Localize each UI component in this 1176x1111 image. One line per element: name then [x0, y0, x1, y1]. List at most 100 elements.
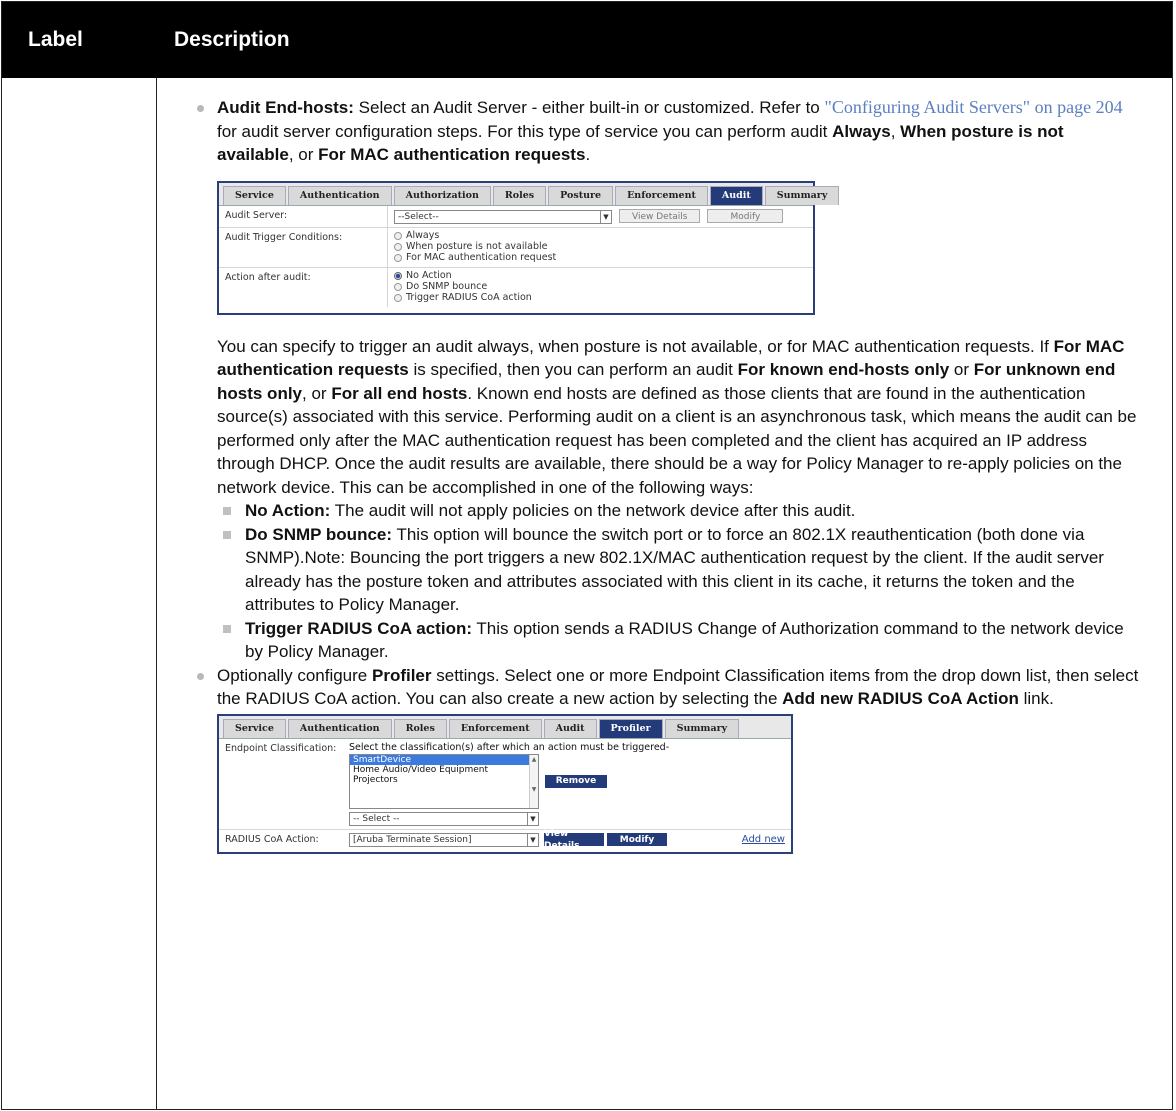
action-radio-label: Trigger RADIUS CoA action — [406, 292, 532, 303]
para-bold: For known end-hosts only — [737, 360, 950, 379]
description-cell: Audit End-hosts: Select an Audit Server … — [157, 78, 1172, 1109]
audit-server-row: Audit Server: --Select-- ▼ View Details M… — [219, 205, 813, 228]
audit-action-label: Action after audit: — [225, 271, 311, 283]
audit-text: for audit server configuration steps. Fo… — [217, 121, 833, 141]
table-body: Audit End-hosts: Select an Audit Server … — [2, 78, 1172, 1109]
trigger-radio[interactable]: For MAC authentication request — [394, 252, 807, 264]
sub-item-snmp-bounce: Do SNMP bounce: This option will bounce … — [217, 523, 1144, 617]
profiler-tab-authentication[interactable]: Authentication — [287, 718, 392, 738]
sub-item-text: The audit will not apply policies on the… — [330, 501, 856, 520]
audit-tab-authentication[interactable]: Authentication — [287, 185, 392, 205]
radio-button-icon[interactable] — [394, 272, 402, 280]
sub-item-title: No Action: — [245, 501, 331, 520]
view-details-button[interactable]: View Details — [544, 829, 604, 851]
classification-listbox[interactable]: SmartDevice Home Audio/Video Equipment Pro… — [349, 753, 539, 809]
profiler-bold: Add new RADIUS CoA Action — [782, 689, 1019, 708]
sub-item-radius-coa: Trigger RADIUS CoA action: This option s… — [217, 617, 1144, 664]
scrollbar[interactable]: ▲ ▼ — [529, 754, 538, 808]
chevron-down-icon: ▼ — [527, 833, 538, 846]
endpoint-classification-row: Endpoint Classification: Select the clas… — [219, 739, 791, 830]
para-text: is specified, then you can perform an au… — [408, 360, 738, 379]
classification-select[interactable]: -- Select -- ▼ — [349, 811, 539, 826]
profiler-tab-enforcement[interactable]: Enforcement — [448, 718, 542, 738]
audit-tab-bar: Service Authentication Authorization Roles P… — [219, 182, 840, 206]
classification-item[interactable]: Home Audio/Video Equipment — [350, 765, 538, 775]
action-radio[interactable]: No Action — [394, 270, 807, 282]
trigger-radio[interactable]: Always — [394, 230, 807, 242]
audit-tab-authorization[interactable]: Authorization — [393, 185, 491, 205]
radius-coa-row: RADIUS CoA Action: [Aruba Terminate Sess… — [219, 829, 791, 852]
action-radio[interactable]: Trigger RADIUS CoA action — [394, 292, 807, 304]
radio-button-icon[interactable] — [394, 232, 402, 240]
sep: , or — [288, 145, 319, 164]
header-label: Label — [28, 28, 83, 51]
audit-server-select[interactable]: --Select-- ▼ — [394, 209, 612, 224]
profiler-bold: Profiler — [371, 665, 432, 685]
document-table: Label Description Audit End-hosts: Selec… — [1, 1, 1173, 1110]
remove-button[interactable]: Remove — [545, 774, 607, 788]
profiler-tab-audit[interactable]: Audit — [543, 718, 597, 738]
view-details-button[interactable]: View Details — [619, 208, 701, 223]
para-text: or — [949, 360, 974, 379]
radio-button-icon[interactable] — [394, 283, 402, 291]
para-bold: For all end hosts — [331, 383, 468, 403]
audit-text: Select an Audit Server - either built-in… — [353, 98, 825, 117]
audit-title: Audit End-hosts: — [217, 98, 354, 117]
audit-tab-service[interactable]: Service — [223, 185, 286, 205]
add-new-link[interactable]: Add new — [742, 834, 785, 846]
profiler-tab-screenshot: Service Authentication Roles Enforcement Aud… — [217, 713, 793, 854]
classification-item[interactable]: SmartDevice — [350, 754, 538, 765]
radio-button-icon[interactable] — [394, 243, 402, 251]
radius-coa-value: [Aruba Terminate Session] ▼ View Details … — [343, 829, 791, 851]
select-text: -- Select -- — [353, 813, 400, 824]
para-text: You can specify to trigger an audit alwa… — [217, 336, 1054, 356]
profiler-tab-roles[interactable]: Roles — [393, 718, 447, 738]
chevron-down-icon: ▼ — [600, 210, 611, 223]
profiler-text: Optionally configure — [217, 665, 372, 685]
modify-button[interactable]: Modify — [607, 833, 667, 846]
audit-opt-always: Always — [832, 121, 891, 141]
audit-tab-enforcement[interactable]: Enforcement — [615, 185, 708, 205]
radio-button-icon[interactable] — [394, 254, 402, 262]
header-description: Description — [174, 28, 290, 51]
sub-item-title: Trigger RADIUS CoA action: — [245, 618, 472, 638]
radius-coa-select[interactable]: [Aruba Terminate Session] ▼ — [349, 832, 539, 847]
profiler-text: link. — [1018, 689, 1054, 708]
classification-hint: Select the classification(s) after which… — [349, 741, 670, 753]
sep: , — [890, 121, 901, 141]
radius-coa-label: RADIUS CoA Action: — [225, 833, 319, 845]
chevron-down-icon: ▼ — [527, 812, 538, 825]
table-header: Label Description — [2, 2, 1172, 78]
audit-tab-audit[interactable]: Audit — [709, 185, 763, 205]
audit-paragraph: You can specify to trigger an audit alwa… — [187, 335, 1144, 500]
profiler-tab-service[interactable]: Service — [223, 718, 286, 738]
audit-trigger-row: Audit Trigger Conditions: Always When pos… — [219, 227, 813, 268]
trigger-radio-label: For MAC authentication request — [406, 252, 557, 263]
sub-item-no-action: No Action: The audit will not apply poli… — [217, 499, 1144, 523]
audit-action-options: No Action Do SNMP bounce Trigger RADIUS Co… — [387, 267, 813, 307]
modify-button[interactable]: Modify — [707, 208, 784, 223]
audit-tab-posture[interactable]: Posture — [548, 185, 614, 205]
para-text: , or — [302, 383, 332, 403]
endpoint-classification-label: Endpoint Classification: — [225, 742, 337, 754]
sep: . — [585, 145, 591, 164]
trigger-radio[interactable]: When posture is not available — [394, 241, 807, 253]
audit-end-hosts-bullet: Audit End-hosts: Select an Audit Server … — [187, 96, 1144, 167]
profiler-tab-summary[interactable]: Summary — [664, 718, 740, 738]
radio-button-icon[interactable] — [394, 294, 402, 302]
audit-server-value: --Select-- ▼ View Details Modify — [387, 205, 813, 227]
audit-trigger-label: Audit Trigger Conditions: — [225, 231, 343, 243]
audit-server-label: Audit Server: — [225, 209, 288, 221]
profiler-tab-profiler[interactable]: Profiler — [598, 718, 663, 738]
classification-item[interactable]: Projectors — [350, 775, 538, 785]
audit-action-row: Action after audit: No Action Do SNMP bou… — [219, 267, 813, 313]
endpoint-classification-value: Select the classification(s) after which… — [343, 739, 791, 829]
audit-tab-roles[interactable]: Roles — [492, 185, 547, 205]
select-text: [Aruba Terminate Session] — [353, 834, 472, 845]
audit-servers-link[interactable]: "Configuring Audit Servers" on page 204 — [824, 97, 1122, 117]
action-radio[interactable]: Do SNMP bounce — [394, 281, 807, 293]
audit-tab-screenshot: Service Authentication Authorization Roles P… — [217, 180, 840, 315]
audit-tab-summary[interactable]: Summary — [764, 185, 840, 205]
profiler-tab-bar: Service Authentication Roles Enforcement Aud… — [219, 715, 791, 739]
audit-opt-mac: For MAC authentication requests — [318, 145, 586, 164]
